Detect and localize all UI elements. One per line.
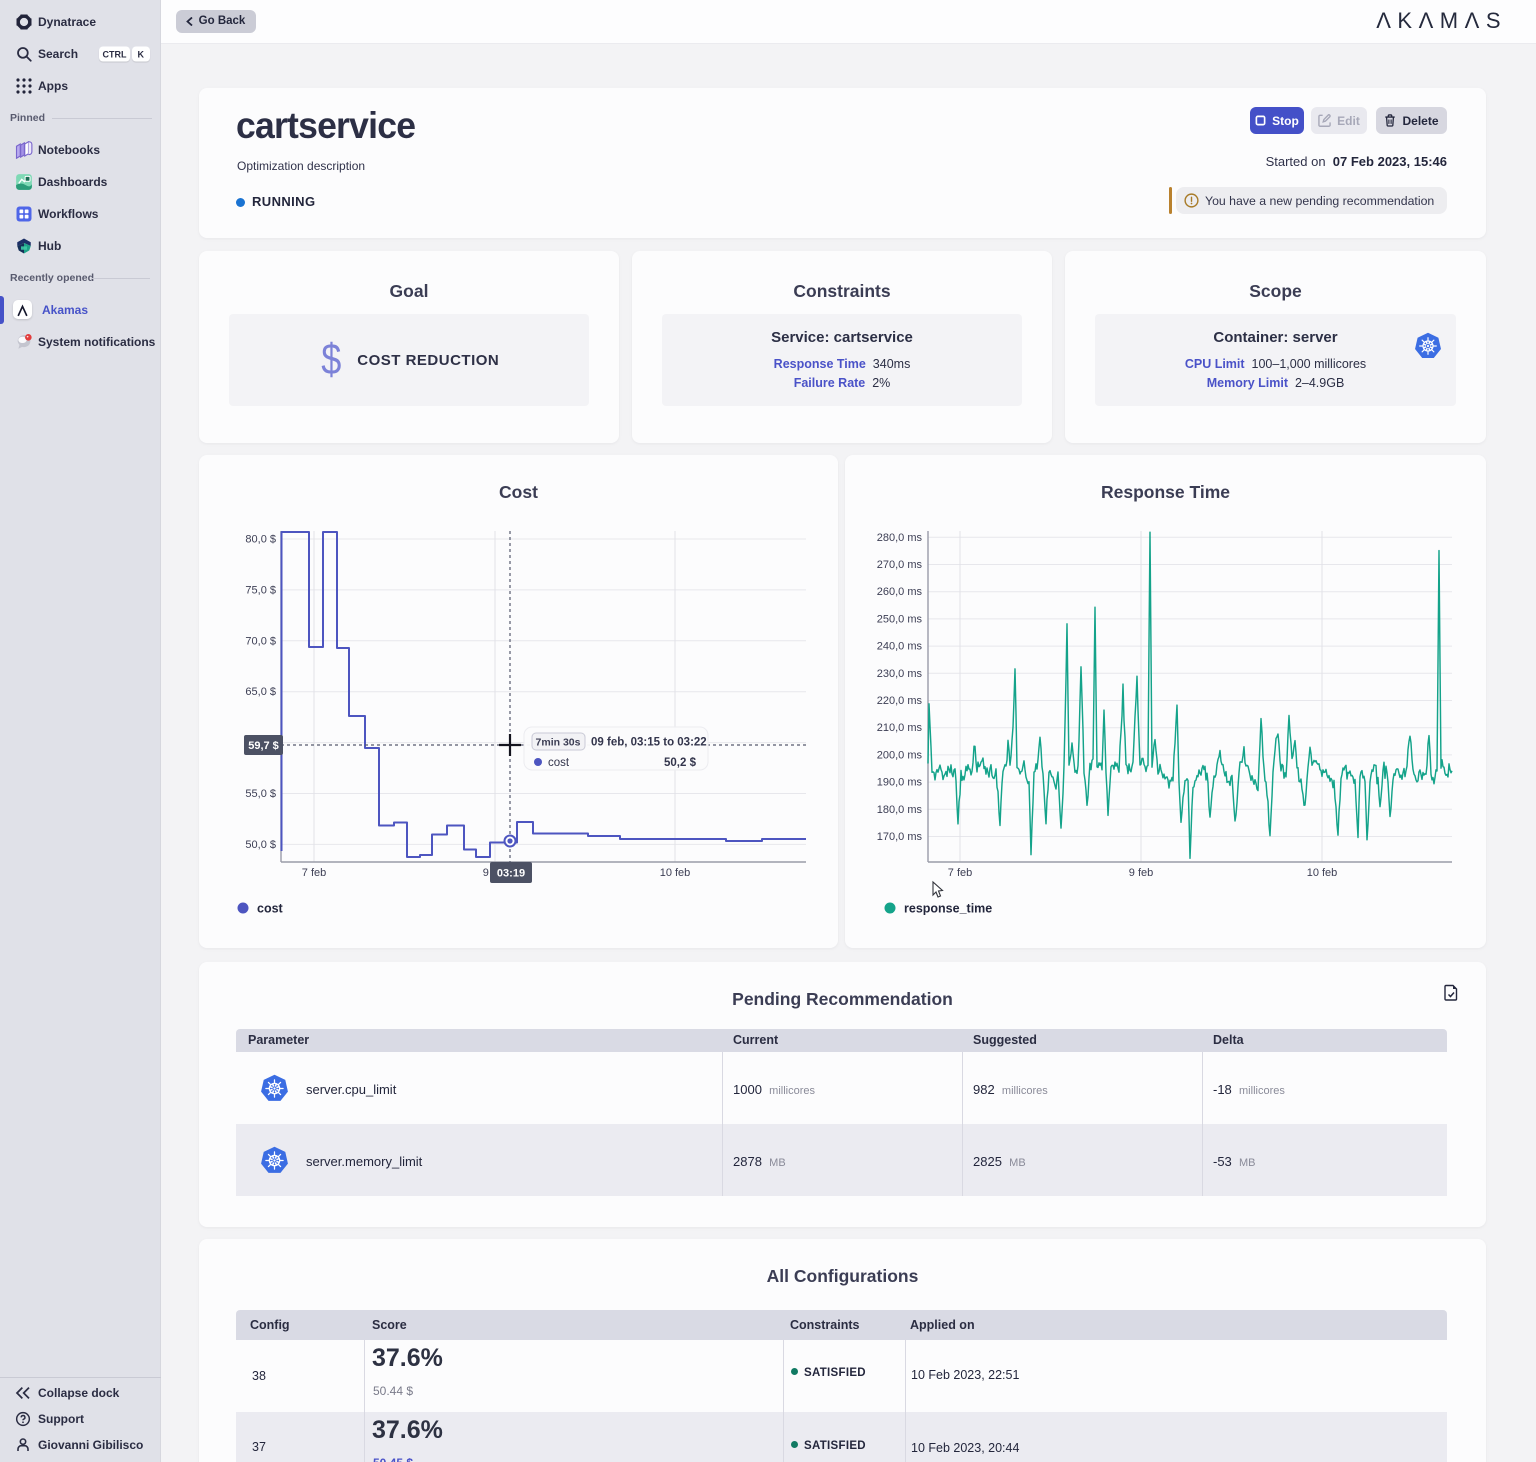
svg-text:75,0 $: 75,0 $ [245,584,276,596]
svg-text:230,0 ms: 230,0 ms [877,668,923,680]
svg-text:240,0 ms: 240,0 ms [877,641,923,653]
svg-text:cost: cost [257,902,284,916]
svg-text:10 feb: 10 feb [1307,867,1338,879]
svg-text:7 feb: 7 feb [302,867,326,879]
svg-text:250,0 ms: 250,0 ms [877,613,923,625]
svg-text:180,0 ms: 180,0 ms [877,804,923,816]
svg-text:cost: cost [548,757,570,769]
svg-text:7min 30s: 7min 30s [536,737,581,749]
svg-text:50,2 $: 50,2 $ [664,757,697,769]
svg-text:80,0 $: 80,0 $ [245,534,276,546]
svg-text:220,0 ms: 220,0 ms [877,695,923,707]
svg-text:170,0 ms: 170,0 ms [877,831,923,843]
svg-text:270,0 ms: 270,0 ms [877,559,923,571]
svg-text:65,0 $: 65,0 $ [245,686,276,698]
svg-text:260,0 ms: 260,0 ms [877,586,923,598]
svg-text:09 feb, 03:15 to 03:22: 09 feb, 03:15 to 03:22 [591,737,707,749]
svg-text:280,0 ms: 280,0 ms [877,532,923,544]
svg-text:190,0 ms: 190,0 ms [877,777,923,789]
svg-text:50,0 $: 50,0 $ [245,839,276,851]
svg-text:55,0 $: 55,0 $ [245,788,276,800]
svg-text:response_time: response_time [904,902,992,916]
svg-text:7 feb: 7 feb [948,867,972,879]
svg-text:200,0 ms: 200,0 ms [877,749,923,761]
svg-text:9 feb: 9 feb [1129,867,1153,879]
svg-text:70,0 $: 70,0 $ [245,635,276,647]
svg-text:210,0 ms: 210,0 ms [877,722,923,734]
svg-text:59,7 $: 59,7 $ [248,740,279,752]
svg-text:03:19: 03:19 [497,868,525,880]
svg-text:10 feb: 10 feb [660,867,691,879]
